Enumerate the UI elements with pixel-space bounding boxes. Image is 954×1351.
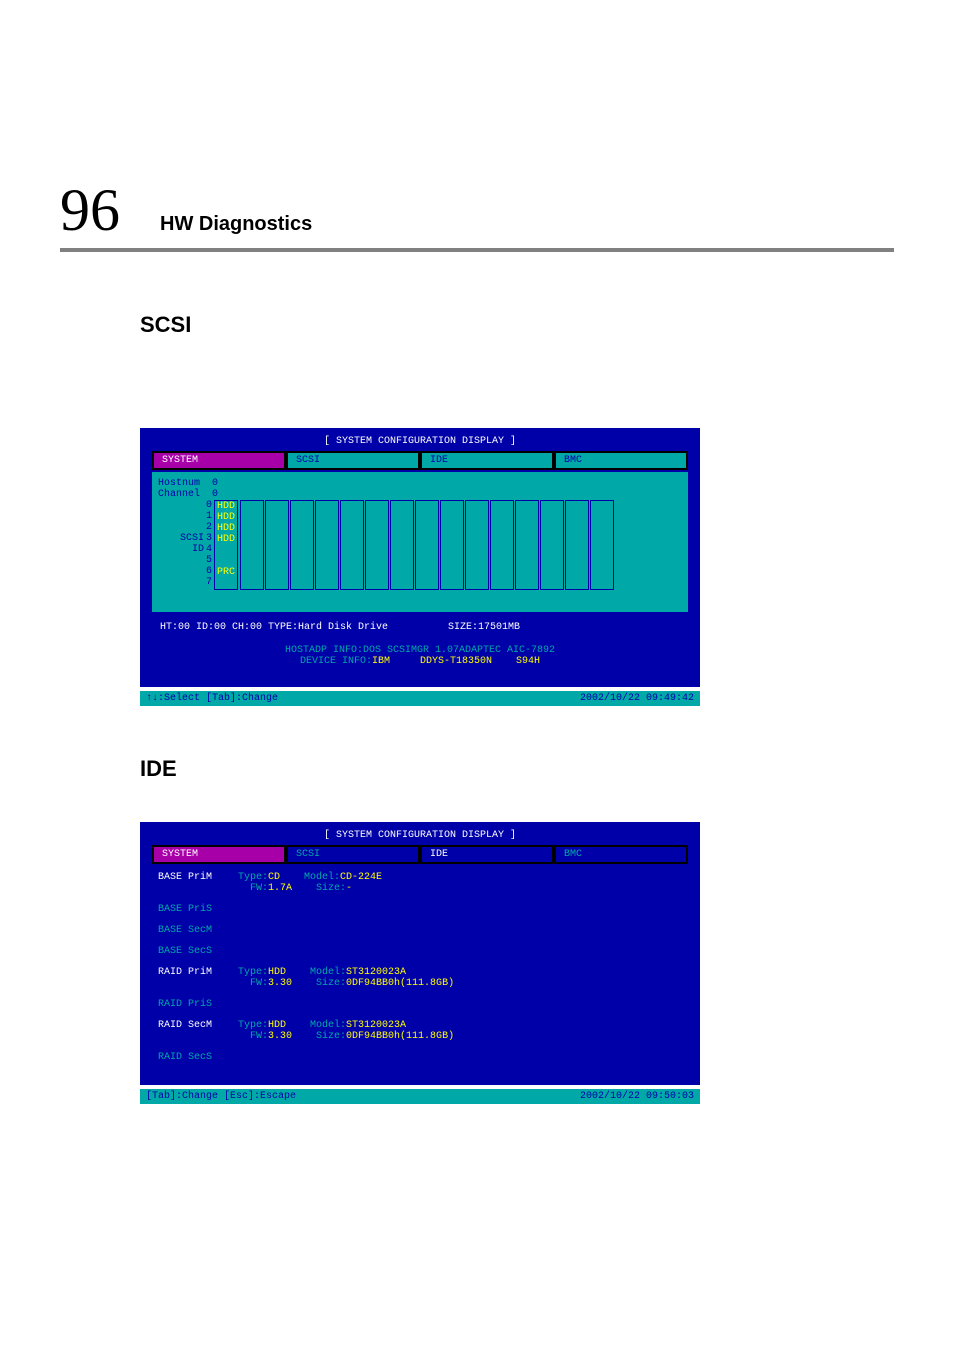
scsi-slot-1[interactable]: HDD <box>215 512 237 523</box>
ide-channel-name: RAID SecS <box>158 1052 238 1063</box>
ide-tab-bar: SYSTEM SCSI IDE BMC <box>152 845 688 864</box>
scsi-status-line: HT:00 ID:00 CH:00 TYPE:Hard Disk Drive S… <box>152 616 688 639</box>
document-page: 96 HW Diagnostics SCSI [ SYSTEM CONFIGUR… <box>0 0 954 1214</box>
scsi-device-info: HOSTADP INFO:DOS SCSIMGR 1.07ADAPTEC AIC… <box>152 639 688 675</box>
ide-footer-timestamp: 2002/10/22 09:50:03 <box>580 1091 694 1102</box>
ide-channel-row[interactable]: RAID SecS <box>158 1052 682 1063</box>
scsi-tab-bar: SYSTEM SCSI IDE BMC <box>152 451 688 470</box>
scsi-window: [ SYSTEM CONFIGURATION DISPLAY ] SYSTEM … <box>140 428 700 687</box>
page-title: HW Diagnostics <box>160 213 312 236</box>
scsi-slot-3[interactable]: HDD <box>215 534 237 545</box>
ide-channel-name: BASE SecS <box>158 946 238 957</box>
ide-channel-row[interactable]: BASE SecS <box>158 946 682 957</box>
ide-channel-row[interactable]: BASE SecM <box>158 925 682 936</box>
scsi-body: Hostnum 0 Channel 0 SCSI ID 01234567 HDD… <box>152 472 688 612</box>
scsi-empty-columns <box>240 500 614 590</box>
tab-bmc[interactable]: BMC <box>554 845 688 864</box>
scsi-slot-4[interactable] <box>215 545 237 556</box>
ide-window-title: [ SYSTEM CONFIGURATION DISPLAY ] <box>146 828 694 845</box>
ide-channel-row[interactable]: RAID PriS <box>158 999 682 1010</box>
tab-ide[interactable]: IDE <box>420 845 554 864</box>
page-header: 96 HW Diagnostics <box>60 180 894 252</box>
ide-channel-row[interactable]: BASE PriS <box>158 904 682 915</box>
ide-content: BASE PriMType:CD Model:CD-224E FW:1.7A S… <box>152 866 688 1079</box>
scsi-slot-5[interactable] <box>215 556 237 567</box>
scsi-slot-6[interactable]: PRC <box>215 567 237 578</box>
ide-channel-row[interactable]: BASE PriMType:CD Model:CD-224E FW:1.7A S… <box>158 872 682 894</box>
tab-scsi[interactable]: SCSI <box>286 845 420 864</box>
scsi-footer-hints: ↑↓:Select [Tab]:Change <box>146 693 278 704</box>
ide-footer-bar: [Tab]:Change [Esc]:Escape 2002/10/22 09:… <box>140 1089 700 1104</box>
scsi-terminal-screenshot: [ SYSTEM CONFIGURATION DISPLAY ] SYSTEM … <box>140 428 700 706</box>
ide-channel-name: BASE SecM <box>158 925 238 936</box>
section-heading-ide: IDE <box>140 756 894 782</box>
scsi-content: Hostnum 0 Channel 0 SCSI ID 01234567 HDD… <box>146 472 694 675</box>
ide-device-info: Type:HDD Model:ST3120023A FW:3.30 Size:0… <box>238 967 454 989</box>
tab-ide[interactable]: IDE <box>420 451 554 470</box>
ide-footer-hints: [Tab]:Change [Esc]:Escape <box>146 1091 296 1102</box>
scsi-device-column: HDD HDD HDD HDD PRC <box>214 500 238 590</box>
scsi-slot-7[interactable] <box>215 578 237 589</box>
scsi-row-numbers: 01234567 <box>206 500 214 590</box>
ide-channel-name: BASE PriS <box>158 904 238 915</box>
tab-bmc[interactable]: BMC <box>554 451 688 470</box>
ide-terminal-screenshot: [ SYSTEM CONFIGURATION DISPLAY ] SYSTEM … <box>140 822 700 1104</box>
ide-channel-name: RAID SecM <box>158 1020 238 1031</box>
tab-scsi[interactable]: SCSI <box>286 451 420 470</box>
ide-window: [ SYSTEM CONFIGURATION DISPLAY ] SYSTEM … <box>140 822 700 1085</box>
scsi-id-label: SCSI ID <box>158 500 206 590</box>
ide-channel-name: BASE PriM <box>158 872 238 883</box>
ide-channel-name: RAID PriS <box>158 999 238 1010</box>
ide-channel-row[interactable]: RAID PriMType:HDD Model:ST3120023A FW:3.… <box>158 967 682 989</box>
scsi-slot-0[interactable]: HDD <box>215 501 237 512</box>
scsi-footer-timestamp: 2002/10/22 09:49:42 <box>580 693 694 704</box>
tab-system[interactable]: SYSTEM <box>152 845 286 864</box>
tab-system[interactable]: SYSTEM <box>152 451 286 470</box>
scsi-id-grid: SCSI ID 01234567 HDD HDD HDD HDD <box>158 500 614 590</box>
ide-channel-name: RAID PriM <box>158 967 238 978</box>
section-heading-scsi: SCSI <box>140 312 894 338</box>
ide-channel-row[interactable]: RAID SecMType:HDD Model:ST3120023A FW:3.… <box>158 1020 682 1042</box>
page-number: 96 <box>60 180 120 240</box>
scsi-window-title: [ SYSTEM CONFIGURATION DISPLAY ] <box>146 434 694 451</box>
ide-device-info: Type:HDD Model:ST3120023A FW:3.30 Size:0… <box>238 1020 454 1042</box>
scsi-slot-2[interactable]: HDD <box>215 523 237 534</box>
scsi-footer-bar: ↑↓:Select [Tab]:Change 2002/10/22 09:49:… <box>140 691 700 706</box>
scsi-host-channel: Hostnum 0 Channel 0 <box>158 478 218 500</box>
ide-device-info: Type:CD Model:CD-224E FW:1.7A Size:- <box>238 872 382 894</box>
